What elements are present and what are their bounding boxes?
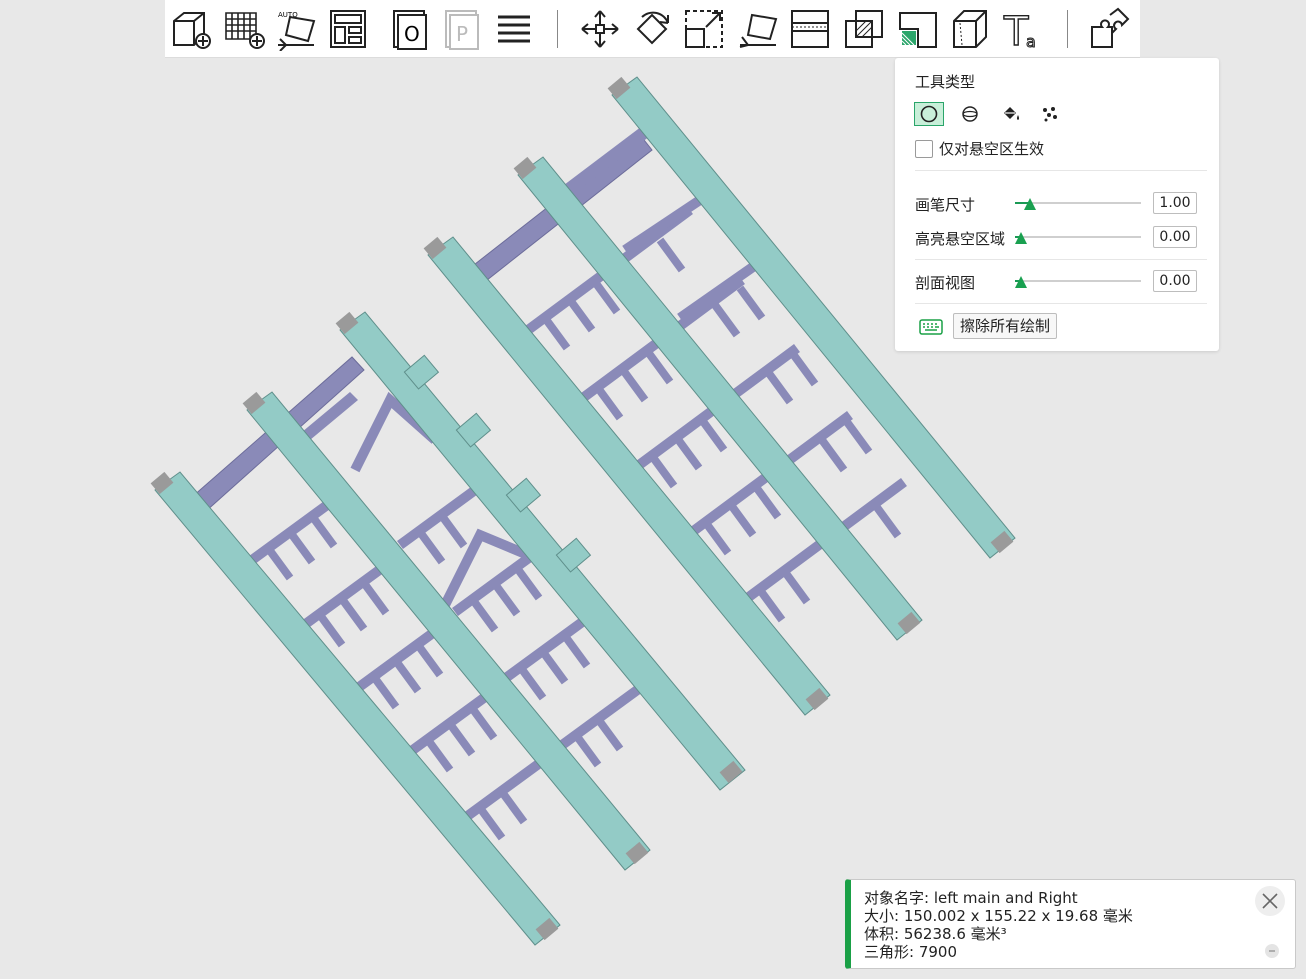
brush-size-input[interactable]: 1.00 [1153,192,1197,214]
section-view-slider[interactable] [1015,274,1141,288]
assembly-icon[interactable] [1087,6,1133,52]
object-triangles-label: 三角形: [864,943,915,961]
object-volume-row: 体积: 56238.6 毫米³ [864,925,1133,943]
cut-icon[interactable] [787,6,833,52]
object-p-icon[interactable]: P [439,6,485,52]
object-triangles-row: 三角形: 7900 [864,943,1133,961]
rotate-icon[interactable] [629,6,675,52]
keyboard-icon[interactable] [919,319,943,335]
close-button[interactable] [1255,886,1285,916]
add-grid-icon[interactable] [221,6,267,52]
auto-orient-icon[interactable]: AUTO [273,6,319,52]
section-view-input[interactable]: 0.00 [1153,270,1197,292]
highlight-overhang-slider[interactable] [1015,230,1141,244]
object-volume-value: 56238.6 毫米³ [903,925,1007,943]
checkbox-box[interactable] [915,139,933,158]
layout-icon[interactable] [325,6,371,52]
circle-tool-icon[interactable] [914,102,944,126]
object-name-row: 对象名字: left main and Right [864,889,1133,907]
object-info-box: 对象名字: left main and Right 大小: 150.002 x … [845,879,1296,969]
overhang-only-label: 仅对悬空区生效 [939,140,1045,158]
tool-type-title: 工具类型 [915,73,976,91]
highlight-overhang-input[interactable]: 0.00 [1153,226,1197,248]
place-on-face-icon[interactable] [735,6,781,52]
paint-tool-panel: 工具类型 仅对悬空区生效 画笔尺寸 1.00 高亮悬空区域 0.00 剖面视图 … [895,58,1219,351]
erase-all-button[interactable]: 擦除所有绘制 [953,313,1058,339]
toolbar-separator [1067,10,1068,48]
brush-size-slider[interactable] [1015,196,1141,210]
slider-track [1015,236,1141,238]
object-name-label: 对象名字: [864,889,930,907]
slider-thumb[interactable] [1015,276,1028,288]
svg-text:a: a [1026,32,1036,51]
top-toolbar: AUTO O P Ta [165,0,1140,58]
slider-thumb[interactable] [1024,198,1037,210]
scale-icon[interactable] [681,6,727,52]
object-triangles-value: 7900 [918,943,958,961]
object-size-label: 大小: [864,907,900,925]
object-name-value: left main and Right [933,889,1078,907]
highlight-overhang-label: 高亮悬空区域 [915,230,1006,248]
seam-icon[interactable] [947,6,993,52]
model-left-main[interactable] [150,311,746,946]
toolbar-separator [557,10,558,48]
section-view-label: 剖面视图 [915,274,976,292]
object-volume-label: 体积: [864,925,900,943]
divider [915,259,1207,260]
svg-text:O: O [404,22,420,46]
svg-text:P: P [456,22,468,46]
object-size-value: 150.002 x 155.22 x 19.68 毫米 [903,907,1133,925]
minimize-button[interactable] [1265,944,1279,958]
brush-size-label: 画笔尺寸 [915,196,976,214]
object-size-row: 大小: 150.002 x 155.22 x 19.68 毫米 [864,907,1133,925]
slider-track [1015,280,1141,282]
move-icon[interactable] [577,6,623,52]
gap-fill-icon[interactable] [1035,102,1065,126]
slider-thumb[interactable] [1015,232,1028,244]
divider [915,303,1207,304]
text-icon[interactable]: Ta [1001,6,1047,52]
boolean-icon[interactable] [841,6,887,52]
support-paint-icon[interactable] [895,6,941,52]
divider [915,170,1207,171]
fill-bucket-icon[interactable] [996,102,1026,126]
close-icon [1262,893,1278,909]
object-o-icon[interactable]: O [387,6,433,52]
sphere-tool-icon[interactable] [955,102,985,126]
list-lines-icon[interactable] [491,6,537,52]
add-box-icon[interactable] [167,6,213,52]
overhang-only-checkbox[interactable]: 仅对悬空区生效 [915,138,1044,159]
minimize-icon [1269,950,1275,952]
